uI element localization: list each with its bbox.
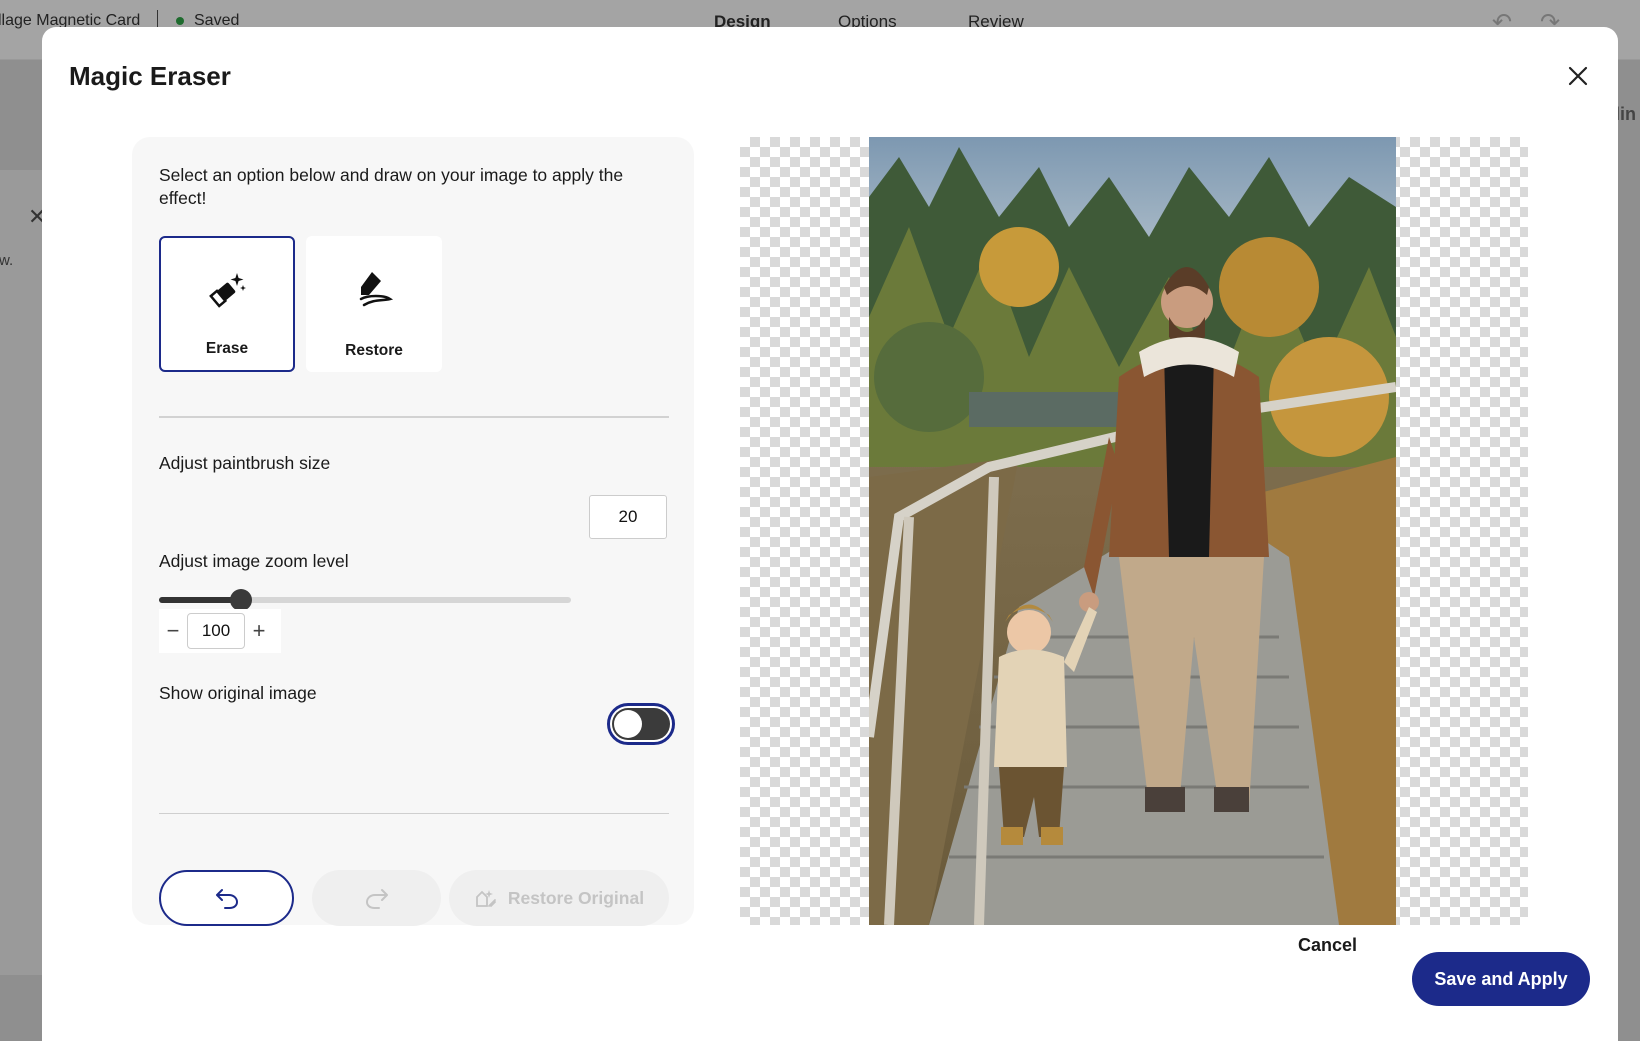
restore-original-label: Restore Original (507, 887, 645, 908)
zoom-level-label: Adjust image zoom level (159, 551, 349, 571)
show-original-label: Show original image (159, 683, 317, 703)
toggle-track (612, 708, 670, 740)
undo-icon (215, 889, 238, 909)
zoom-stepper: − 100 + (159, 609, 281, 653)
restore-tool-button[interactable]: Restore (306, 236, 442, 372)
cancel-button[interactable]: Cancel (1298, 935, 1357, 956)
background-side-panel (0, 170, 44, 975)
actions-divider (159, 813, 669, 814)
section-divider (159, 416, 669, 418)
modal-title: Magic Eraser (69, 61, 231, 91)
redo-button[interactable] (312, 870, 441, 926)
erase-tool-button[interactable]: Erase (159, 236, 295, 372)
controls-panel: Select an option below and draw on your … (132, 137, 694, 926)
restore-tool-label: Restore (345, 342, 403, 359)
show-original-toggle[interactable] (607, 703, 675, 745)
save-and-apply-button[interactable]: Save and Apply (1412, 952, 1590, 1006)
restore-original-icon (476, 890, 496, 907)
toggle-knob (614, 710, 642, 738)
magic-eraser-modal: Magic Eraser Select an option below and … (42, 27, 1618, 1041)
modal-close-button[interactable] (1561, 59, 1595, 93)
undo-button[interactable] (159, 870, 294, 926)
restore-original-button[interactable]: Restore Original (449, 870, 669, 926)
background-text-fragment: w. (0, 252, 14, 269)
eraser-sparkle-icon (207, 270, 247, 312)
instruction-text: Select an option below and draw on your … (159, 165, 624, 208)
redo-icon (365, 889, 388, 909)
brush-size-label: Adjust paintbrush size (159, 453, 331, 473)
brush-size-slider[interactable] (159, 589, 571, 611)
saved-dot-icon (176, 17, 184, 25)
zoom-in-button[interactable]: + (245, 609, 273, 653)
brush-size-slider-thumb[interactable] (230, 589, 253, 611)
zoom-out-button[interactable]: − (159, 609, 187, 653)
restore-brush-icon (354, 268, 394, 310)
close-icon (1568, 66, 1588, 86)
brush-size-input[interactable]: 20 (589, 495, 667, 539)
brush-size-slider-fill (159, 597, 242, 603)
image-canvas[interactable] (740, 137, 1528, 925)
zoom-level-input[interactable]: 100 (187, 613, 245, 649)
photo-preview (869, 137, 1396, 925)
erase-tool-label: Erase (205, 340, 249, 357)
